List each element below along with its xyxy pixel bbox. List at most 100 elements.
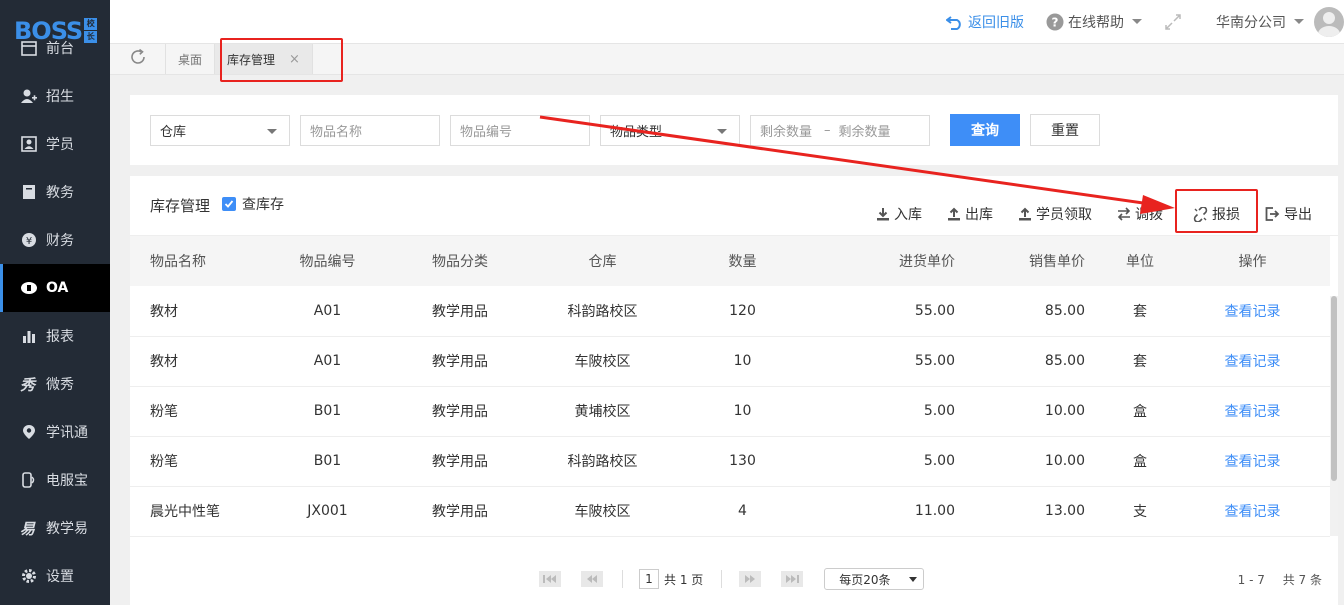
- export-button[interactable]: 导出: [1265, 204, 1312, 224]
- top-header: 返回旧版 ? 在线帮助 华南分公司: [110, 0, 1344, 43]
- cell-warehouse: 科韵路校区: [567, 454, 638, 470]
- item-type-select[interactable]: 物品类型: [600, 114, 740, 146]
- sidebar-item-jiaoxueyi[interactable]: 易 教学易: [0, 504, 110, 552]
- oa-icon: [20, 279, 38, 297]
- sidebar-item-enroll[interactable]: 招生: [0, 72, 110, 120]
- quantity-range-input[interactable]: 剩余数量 – 剩余数量: [750, 114, 930, 146]
- item-name-input[interactable]: 物品名称: [300, 114, 440, 146]
- view-records-link[interactable]: 查看记录: [1175, 486, 1330, 536]
- online-help-dropdown[interactable]: ? 在线帮助: [1046, 12, 1142, 32]
- student-collect-button[interactable]: 学员领取: [1018, 204, 1092, 224]
- next-page-button[interactable]: [738, 569, 762, 589]
- column-header[interactable]: 操作: [1175, 236, 1330, 286]
- view-records-link[interactable]: 查看记录: [1175, 336, 1330, 386]
- action-label: 导出: [1284, 207, 1312, 223]
- action-label: 出库: [965, 207, 993, 223]
- table-scrollbar[interactable]: [1330, 296, 1338, 536]
- weixiu-icon: 秀: [20, 375, 38, 393]
- scrollbar-thumb[interactable]: [1331, 296, 1337, 481]
- transfer-button[interactable]: 调拨: [1117, 204, 1163, 224]
- reset-button[interactable]: 重置: [1030, 114, 1100, 146]
- column-header[interactable]: 仓库: [520, 236, 685, 286]
- column-header[interactable]: 单位: [1085, 236, 1175, 286]
- item-code-placeholder: 物品编号: [460, 124, 513, 140]
- page-size-select[interactable]: 每页20条: [824, 568, 925, 590]
- fullscreen-button[interactable]: [1164, 13, 1186, 31]
- check-inventory-checkbox[interactable]: 查库存: [222, 194, 284, 214]
- column-header[interactable]: 物品名称: [130, 236, 255, 286]
- column-header[interactable]: 进货单价: [800, 236, 955, 286]
- cell-unit: 套: [1133, 303, 1147, 320]
- first-page-button[interactable]: [538, 569, 562, 589]
- prev-page-button[interactable]: [580, 569, 604, 589]
- chevron-down-icon: [909, 577, 918, 582]
- search-button[interactable]: 查询: [950, 114, 1020, 146]
- avatar[interactable]: [1314, 6, 1344, 37]
- inventory-panel: 库存管理 查库存 入库 出库 学员领取 调拨 报损 导出 物品名称 物品编号 物…: [130, 176, 1338, 605]
- pagination: 1 共 1 页 每页20条 1 - 7 共 7 条: [130, 564, 1338, 594]
- sidebar-item-label: 学讯通: [46, 425, 88, 441]
- divider: [622, 570, 623, 588]
- table-row[interactable]: 粉笔 B01 教学用品 科韵路校区 130 5.00 10.00 盒 查看记录: [130, 436, 1330, 486]
- report-loss-button[interactable]: 报损: [1193, 204, 1240, 224]
- close-icon[interactable]: ×: [289, 52, 300, 67]
- tab-inventory-management[interactable]: 库存管理 ×: [215, 44, 313, 74]
- sidebar-item-reports[interactable]: 报表: [0, 312, 110, 360]
- sidebar-item-frontdesk[interactable]: 前台: [0, 24, 110, 72]
- column-header[interactable]: 物品分类: [400, 236, 520, 286]
- column-header[interactable]: 物品编号: [255, 236, 400, 286]
- back-to-old-version-link[interactable]: 返回旧版: [946, 12, 1024, 32]
- chevron-down-icon: [1294, 19, 1304, 24]
- table-row[interactable]: 晨光中性笔 JX001 教学用品 车陂校区 4 11.00 13.00 支 查看…: [130, 486, 1330, 536]
- cell-category: 教学用品: [432, 303, 488, 320]
- sidebar-item-settings[interactable]: 设置: [0, 552, 110, 600]
- tab-label: 桌面: [178, 52, 203, 67]
- view-records-link[interactable]: 查看记录: [1175, 386, 1330, 436]
- teach-icon: 易: [20, 519, 38, 537]
- table-row[interactable]: 教材 A01 教学用品 科韵路校区 120 55.00 85.00 套 查看记录: [130, 286, 1330, 336]
- branch-dropdown[interactable]: 华南分公司: [1216, 12, 1304, 32]
- inventory-table: 物品名称 物品编号 物品分类 仓库 数量 进货单价 销售单价 单位 操作 教材 …: [130, 236, 1330, 537]
- refresh-icon: [129, 48, 147, 70]
- sidebar-item-oa[interactable]: OA: [0, 264, 110, 312]
- cell-code: A01: [313, 353, 342, 369]
- svg-text:秀: 秀: [20, 376, 37, 392]
- warehouse-select[interactable]: 仓库: [150, 114, 290, 146]
- total-pages-label: 共 1 页: [664, 572, 704, 587]
- sidebar-item-label: 前台: [46, 41, 74, 57]
- tab-desktop[interactable]: 桌面: [166, 44, 216, 74]
- divider: [721, 570, 723, 588]
- undo-icon: [946, 14, 964, 30]
- calendar-icon: [20, 39, 38, 57]
- page-number-input[interactable]: 1: [639, 569, 659, 589]
- view-records-link[interactable]: 查看记录: [1175, 286, 1330, 336]
- cell-buy-price: 55.00: [914, 353, 955, 369]
- phone-icon: [20, 471, 38, 489]
- cell-unit: 套: [1133, 354, 1147, 370]
- location-icon: [20, 423, 38, 441]
- stock-in-button[interactable]: 入库: [876, 204, 922, 224]
- back-label: 返回旧版: [968, 14, 1024, 31]
- item-code-input[interactable]: 物品编号: [450, 114, 590, 146]
- cell-code: B01: [313, 453, 342, 469]
- sidebar-item-academic[interactable]: 教务: [0, 168, 110, 216]
- sidebar-item-weixiu[interactable]: 秀 微秀: [0, 360, 110, 408]
- panel-header: 库存管理 查库存 入库 出库 学员领取 调拨 报损 导出: [130, 176, 1338, 236]
- sidebar-item-students[interactable]: 学员: [0, 120, 110, 168]
- panel-title: 库存管理: [150, 197, 211, 215]
- view-records-link[interactable]: 查看记录: [1175, 436, 1330, 486]
- cell-buy-price: 55.00: [914, 302, 955, 319]
- sidebar-item-xuexuntong[interactable]: 学讯通: [0, 408, 110, 456]
- last-page-button[interactable]: [780, 569, 804, 589]
- stock-out-button[interactable]: 出库: [947, 204, 993, 224]
- svg-text:¥: ¥: [26, 236, 32, 247]
- range-label: 1 - 7: [1237, 572, 1265, 587]
- table-row[interactable]: 粉笔 B01 教学用品 黄埔校区 10 5.00 10.00 盒 查看记录: [130, 386, 1330, 436]
- pagination-info: 1 - 7 共 7 条: [1224, 571, 1322, 588]
- sidebar-item-finance[interactable]: ¥ 财务: [0, 216, 110, 264]
- refresh-button[interactable]: [110, 44, 166, 74]
- column-header[interactable]: 数量: [685, 236, 800, 286]
- column-header[interactable]: 销售单价: [955, 236, 1085, 286]
- sidebar-item-dianfubao[interactable]: 电服宝: [0, 456, 110, 504]
- table-row[interactable]: 教材 A01 教学用品 车陂校区 10 55.00 85.00 套 查看记录: [130, 336, 1330, 386]
